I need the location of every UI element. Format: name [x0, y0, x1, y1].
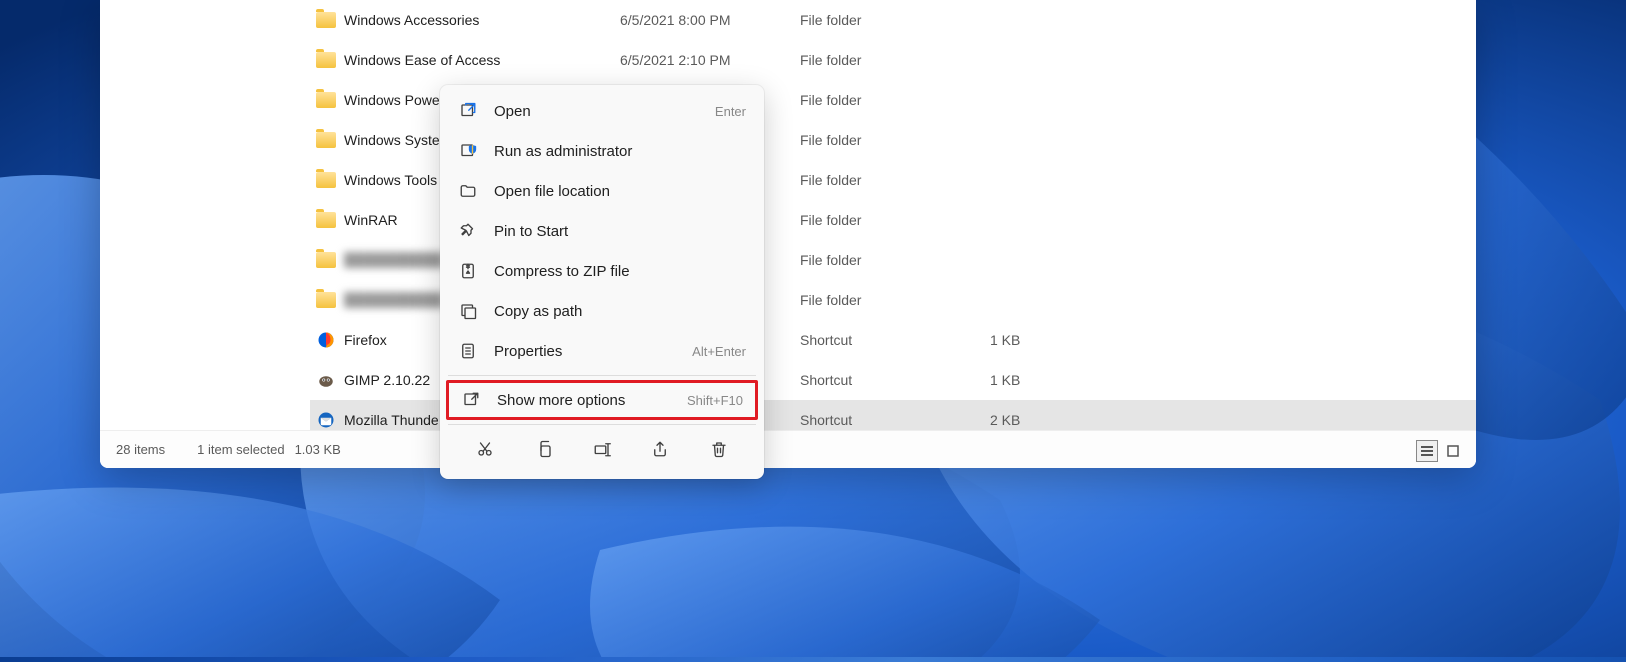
menu-separator — [448, 424, 756, 425]
status-bar: 28 items 1 item selected 1.03 KB — [100, 430, 1476, 468]
file-icon — [312, 411, 340, 429]
file-type: File folder — [800, 132, 990, 148]
menu-item-compress-to-zip-file[interactable]: Compress to ZIP file — [446, 251, 758, 291]
menu-item-properties[interactable]: Properties Alt+Enter — [446, 331, 758, 371]
menu-label: Show more options — [497, 392, 687, 409]
file-icon — [312, 132, 340, 148]
cut-icon — [476, 440, 494, 463]
menu-label: Open file location — [494, 183, 746, 200]
menu-label: Pin to Start — [494, 223, 746, 240]
menu-label: Open — [494, 103, 715, 120]
file-type: File folder — [800, 212, 990, 228]
file-icon — [312, 92, 340, 108]
path-icon — [458, 301, 478, 321]
status-item-count: 28 items — [116, 442, 165, 457]
details-view-button[interactable] — [1416, 440, 1438, 462]
pin-icon — [458, 221, 478, 241]
menu-label: Compress to ZIP file — [494, 263, 746, 280]
file-icon — [312, 52, 340, 68]
rename-icon — [593, 440, 611, 463]
status-selected: 1 item selected — [197, 442, 284, 457]
file-size: 2 KB — [990, 412, 1070, 428]
delete-button[interactable] — [701, 433, 737, 469]
context-menu: Open Enter Run as administrator Open fil… — [440, 85, 764, 479]
file-icon — [312, 212, 340, 228]
file-size: 1 KB — [990, 372, 1070, 388]
cut-button[interactable] — [467, 433, 503, 469]
share-icon — [651, 440, 669, 463]
delete-icon — [710, 440, 728, 463]
file-type: File folder — [800, 52, 990, 68]
file-name: Windows Accessories — [340, 12, 620, 28]
file-type: File folder — [800, 92, 990, 108]
file-type: Shortcut — [800, 372, 990, 388]
file-explorer-window: Windows Accessories 6/5/2021 8:00 PM Fil… — [100, 0, 1476, 468]
rename-button[interactable] — [584, 433, 620, 469]
quick-actions-bar — [446, 429, 758, 473]
file-row[interactable]: Windows Accessories 6/5/2021 8:00 PM Fil… — [310, 0, 1476, 40]
thumbnails-view-button[interactable] — [1442, 440, 1464, 462]
menu-shortcut: Shift+F10 — [687, 393, 743, 408]
folder-open-icon — [458, 181, 478, 201]
menu-label: Run as administrator — [494, 143, 746, 160]
file-type: Shortcut — [800, 412, 990, 428]
more-icon — [461, 390, 481, 410]
menu-item-open-file-location[interactable]: Open file location — [446, 171, 758, 211]
menu-item-run-as-administrator[interactable]: Run as administrator — [446, 131, 758, 171]
share-button[interactable] — [642, 433, 678, 469]
file-icon — [312, 292, 340, 308]
menu-label: Properties — [494, 343, 692, 360]
open-icon — [458, 101, 478, 121]
shield-icon — [458, 141, 478, 161]
menu-shortcut: Enter — [715, 104, 746, 119]
file-row[interactable]: Windows Ease of Access 6/5/2021 2:10 PM … — [310, 40, 1476, 80]
file-type: Shortcut — [800, 332, 990, 348]
menu-item-pin-to-start[interactable]: Pin to Start — [446, 211, 758, 251]
status-size: 1.03 KB — [295, 442, 341, 457]
view-toggle — [1416, 440, 1464, 462]
file-icon — [312, 252, 340, 268]
file-icon — [312, 371, 340, 389]
properties-icon — [458, 341, 478, 361]
copy-icon — [535, 440, 553, 463]
menu-item-copy-as-path[interactable]: Copy as path — [446, 291, 758, 331]
file-icon — [312, 331, 340, 349]
menu-separator — [448, 375, 756, 376]
menu-shortcut: Alt+Enter — [692, 344, 746, 359]
file-icon — [312, 172, 340, 188]
menu-item-open[interactable]: Open Enter — [446, 91, 758, 131]
file-type: File folder — [800, 12, 990, 28]
menu-label: Copy as path — [494, 303, 746, 320]
file-type: File folder — [800, 292, 990, 308]
file-icon — [312, 12, 340, 28]
file-name: Windows Ease of Access — [340, 52, 620, 68]
file-size: 1 KB — [990, 332, 1070, 348]
file-type: File folder — [800, 252, 990, 268]
file-date: 6/5/2021 8:00 PM — [620, 12, 800, 28]
zip-icon — [458, 261, 478, 281]
file-date: 6/5/2021 2:10 PM — [620, 52, 800, 68]
file-type: File folder — [800, 172, 990, 188]
copy-button[interactable] — [526, 433, 562, 469]
menu-item-show-more-options[interactable]: Show more options Shift+F10 — [446, 380, 758, 420]
